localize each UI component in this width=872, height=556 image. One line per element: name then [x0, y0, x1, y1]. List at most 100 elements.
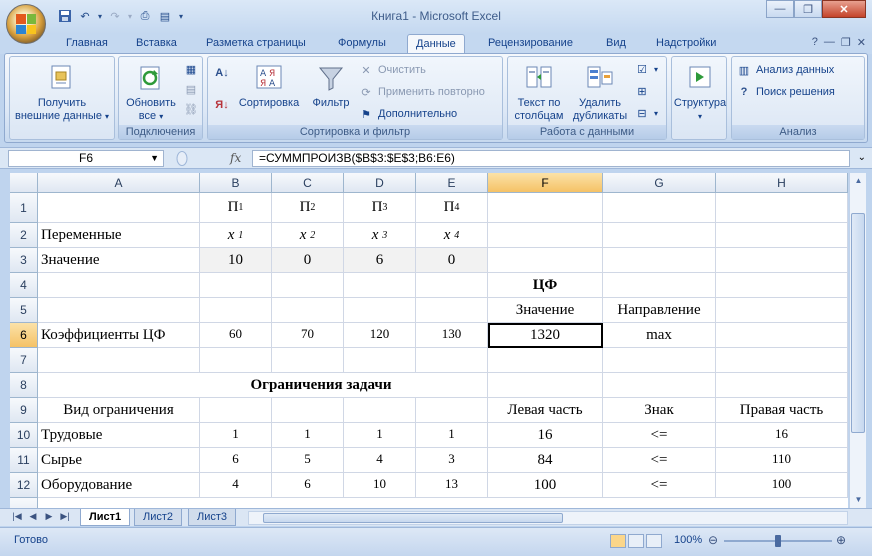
tab-view[interactable]: Вид [598, 34, 634, 54]
row-header-1[interactable]: 1 [10, 193, 38, 223]
cell-c10[interactable]: 1 [272, 423, 344, 448]
worksheet-grid[interactable]: A B C D E F G H 1 2 3 4 5 6 7 8 9 10 11 … [10, 173, 848, 508]
sheet-tab-1[interactable]: Лист1 [80, 509, 131, 526]
cell-h11[interactable]: 110 [716, 448, 848, 473]
data-validation-button[interactable]: ☑ ▾ [634, 61, 658, 77]
cell-c6[interactable]: 70 [272, 323, 344, 348]
column-header-d[interactable]: D [344, 173, 416, 193]
cell-c4[interactable] [272, 273, 344, 298]
cell-b7[interactable] [200, 348, 272, 373]
column-header-a[interactable]: A [38, 173, 200, 193]
column-header-g[interactable]: G [603, 173, 716, 193]
minimize-icon[interactable]: — [766, 0, 794, 18]
tab-insert[interactable]: Вставка [128, 34, 185, 54]
cell-e3[interactable]: 0 [416, 248, 488, 273]
cell-f2[interactable] [488, 223, 603, 248]
cell-d9[interactable] [344, 398, 416, 423]
edit-links-button[interactable]: ⛓ [183, 101, 199, 117]
cell-a10[interactable]: Трудовые [38, 423, 200, 448]
cell-g10[interactable]: <= [603, 423, 716, 448]
cell-f7[interactable] [488, 348, 603, 373]
cell-c9[interactable] [272, 398, 344, 423]
sheet-tab-2[interactable]: Лист2 [134, 509, 183, 526]
sheet-tab-3[interactable]: Лист3 [188, 509, 237, 526]
properties-button[interactable]: ▤ [183, 81, 199, 97]
cell-a1[interactable] [38, 193, 200, 223]
cell-d11[interactable]: 4 [344, 448, 416, 473]
cell-f11[interactable]: 84 [488, 448, 603, 473]
cell-g11[interactable]: <= [603, 448, 716, 473]
cell-h5[interactable] [716, 298, 848, 323]
cell-h2[interactable] [716, 223, 848, 248]
get-external-data-button[interactable]: Получить внешние данные ▾ [12, 60, 112, 123]
clear-filter-button[interactable]: ✕ Очистить [358, 62, 426, 78]
cell-d10[interactable]: 1 [344, 423, 416, 448]
insert-function-button[interactable]: fx [230, 151, 241, 165]
office-button[interactable] [6, 4, 46, 44]
cell-b5[interactable] [200, 298, 272, 323]
wb-restore-icon[interactable]: ❐ [841, 36, 851, 49]
cell-a12[interactable]: Оборудование [38, 473, 200, 498]
cell-h7[interactable] [716, 348, 848, 373]
cell-f6-active[interactable]: 1320 [488, 323, 603, 348]
name-box-dropdown-icon[interactable]: ▼ [150, 151, 159, 166]
zoom-in-icon[interactable]: ⊕ [836, 533, 846, 547]
cell-h8[interactable] [716, 373, 848, 398]
column-header-c[interactable]: C [272, 173, 344, 193]
tab-data[interactable]: Данные [407, 34, 465, 54]
cell-b6[interactable]: 60 [200, 323, 272, 348]
cell-c3[interactable]: 0 [272, 248, 344, 273]
tab-page-layout[interactable]: Разметка страницы [198, 34, 314, 54]
horizontal-scroll-thumb[interactable] [263, 513, 563, 523]
cell-e1[interactable]: П4 [416, 193, 488, 223]
tab-review[interactable]: Рецензирование [480, 34, 581, 54]
scroll-up-icon[interactable]: ▲ [850, 173, 867, 189]
text-to-columns-button[interactable]: Текст по столбцам [510, 60, 568, 123]
refresh-all-button[interactable]: Обновить все ▾ [121, 60, 181, 123]
cell-b10[interactable]: 1 [200, 423, 272, 448]
cell-b1[interactable]: П1 [200, 193, 272, 223]
cell-h9[interactable]: Правая часть [716, 398, 848, 423]
cell-f3[interactable] [488, 248, 603, 273]
row-header-10[interactable]: 10 [10, 423, 38, 448]
consolidate-button[interactable]: ⊞ [634, 83, 650, 99]
solver-button[interactable]: ? Поиск решения [736, 84, 835, 100]
tab-formulas[interactable]: Формулы [330, 34, 394, 54]
cell-e12[interactable]: 13 [416, 473, 488, 498]
select-all-corner[interactable] [10, 173, 38, 193]
row-header-4[interactable]: 4 [10, 273, 38, 298]
cell-h4[interactable] [716, 273, 848, 298]
cell-a6[interactable]: Коэффициенты ЦФ [38, 323, 200, 348]
cell-d7[interactable] [344, 348, 416, 373]
outline-button[interactable]: Структура ▾ [673, 60, 727, 123]
cell-f10[interactable]: 16 [488, 423, 603, 448]
cell-e2[interactable]: x 4 [416, 223, 488, 248]
zoom-slider-knob[interactable] [775, 535, 781, 547]
restore-icon[interactable]: ❐ [794, 0, 822, 18]
cell-a4[interactable] [38, 273, 200, 298]
cell-g8[interactable] [603, 373, 716, 398]
cell-b12[interactable]: 4 [200, 473, 272, 498]
cell-b9[interactable] [200, 398, 272, 423]
cell-a7[interactable] [38, 348, 200, 373]
remove-duplicates-button[interactable]: Удалить дубликаты [570, 60, 630, 123]
close-icon[interactable]: ✕ [822, 0, 866, 18]
cell-d5[interactable] [344, 298, 416, 323]
cell-f1[interactable] [488, 193, 603, 223]
cell-a2[interactable]: Переменные [38, 223, 200, 248]
first-sheet-icon[interactable]: |◀ [10, 511, 24, 522]
wb-minimize-icon[interactable]: — [824, 36, 835, 49]
cell-c1[interactable]: П2 [272, 193, 344, 223]
cell-d12[interactable]: 10 [344, 473, 416, 498]
cell-g1[interactable] [603, 193, 716, 223]
cell-e11[interactable]: 3 [416, 448, 488, 473]
row-header-11[interactable]: 11 [10, 448, 38, 473]
cell-h3[interactable] [716, 248, 848, 273]
cell-c12[interactable]: 6 [272, 473, 344, 498]
cell-g3[interactable] [603, 248, 716, 273]
column-header-b[interactable]: B [200, 173, 272, 193]
cell-f8[interactable] [488, 373, 603, 398]
help-icon[interactable]: ? [812, 36, 818, 49]
sort-az-button[interactable]: A↓ [214, 65, 230, 81]
row-header-2[interactable]: 2 [10, 223, 38, 248]
